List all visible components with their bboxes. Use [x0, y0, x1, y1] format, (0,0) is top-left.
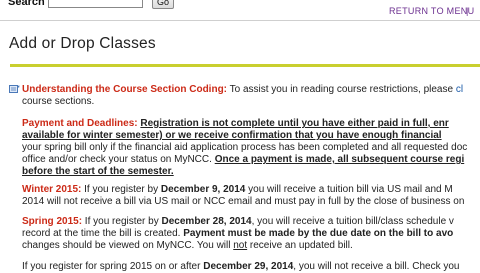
spring-line-2-emph: Payment must be made by the due date on …	[183, 228, 454, 239]
spring-line-3-text-a: changes should be viewed on MyNCC. You w…	[22, 240, 234, 251]
payment-line-1: Payment and Deadlines: Registration is n…	[22, 118, 480, 130]
winter-text-b: you will receive a tuition bill via US m…	[245, 184, 453, 195]
coding-line-2: course sections.	[22, 96, 95, 107]
return-to-menu-link[interactable]: RETURN TO MENU	[389, 6, 474, 16]
winter-text-a: If you register by	[81, 184, 161, 195]
spring-line-3-text-b: receive an updated bill.	[247, 240, 353, 251]
spring-heading: Spring 2015:	[22, 216, 83, 227]
spring-line-4-text-a: If you register for spring 2015 on or af…	[22, 261, 204, 272]
spring-line-3: changes should be viewed on MyNCC. You w…	[22, 240, 480, 252]
spring-line-1: Spring 2015: If you register by December…	[22, 216, 480, 228]
payment-line-4-emph: Once a payment is made, all subsequent c…	[214, 154, 465, 165]
spring-date: December 28, 2014	[161, 216, 252, 227]
coding-text: To assist you in reading course restrict…	[227, 84, 456, 95]
payment-line-5-text: before the start of the semester.	[22, 166, 174, 177]
payment-line-3: your spring bill only if the financial a…	[22, 142, 468, 153]
winter-line-2: 2014 will not receive a bill via US mail…	[22, 196, 465, 207]
payment-line-2-text: available for winter semester) or we rec…	[22, 130, 442, 141]
top-bar: Search Go RETURN TO MENU |	[0, 0, 480, 20]
search-input[interactable]	[48, 0, 143, 8]
spring-line-2-text: record at the time the bill is created.	[22, 228, 184, 239]
info-note-icon	[9, 85, 20, 93]
winter-heading: Winter 2015:	[22, 184, 82, 195]
spring-line-4-date: December 29, 2014	[203, 261, 294, 272]
payment-line-4-text: office and/or check your status on MyNCC…	[22, 154, 215, 165]
header-divider	[0, 20, 480, 21]
spring-line-4: If you register for spring 2015 on or af…	[22, 261, 480, 273]
payment-line-4: office and/or check your status on MyNCC…	[22, 154, 480, 166]
coding-heading: Understanding the Course Section Coding:	[22, 84, 228, 95]
winter-date: December 9, 2014	[160, 184, 246, 195]
winter-line-1: Winter 2015: If you register by December…	[22, 184, 480, 196]
nav-separator: |	[466, 6, 469, 16]
payment-heading: Payment and Deadlines:	[22, 118, 138, 129]
title-underline	[10, 64, 480, 67]
coding-link[interactable]: cl	[456, 84, 463, 95]
payment-line-1-text: Registration is not complete until you h…	[140, 118, 449, 129]
search-label: Search	[8, 0, 45, 8]
payment-line-5: before the start of the semester.	[22, 166, 480, 178]
spring-line-2: record at the time the bill is created. …	[22, 228, 480, 240]
spring-text-b: , you will receive a tuition bill/class …	[251, 216, 454, 227]
page-title: Add or Drop Classes	[9, 35, 156, 52]
payment-line-2: available for winter semester) or we rec…	[22, 130, 480, 142]
spring-line-4-text-b: , you will not receive a bill. Check you	[293, 261, 460, 272]
spring-text-a: If you register by	[82, 216, 162, 227]
go-button[interactable]: Go	[152, 0, 174, 9]
coding-line-1: Understanding the Course Section Coding:…	[22, 84, 480, 96]
spring-line-3-not: not	[233, 240, 248, 251]
